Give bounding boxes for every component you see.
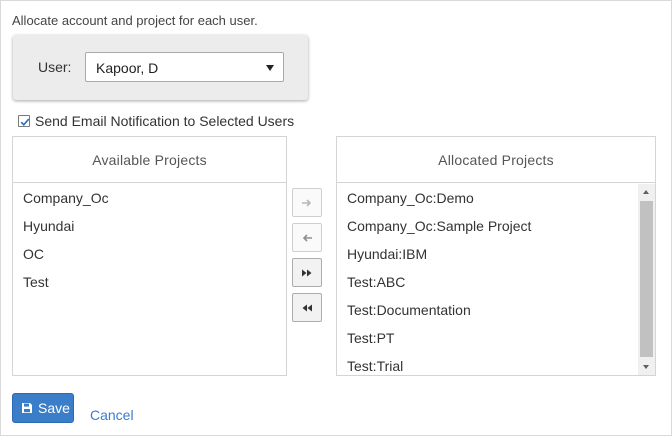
available-projects-list: Available Projects Company_Oc Hyundai OC… (12, 136, 287, 376)
list-item[interactable]: Test:ABC (337, 268, 655, 296)
floppy-disk-icon (22, 403, 32, 413)
user-label: User: (38, 59, 72, 75)
available-projects-items: Company_Oc Hyundai OC Test (13, 183, 286, 296)
arrow-left-icon (302, 233, 312, 242)
list-item[interactable]: Company_Oc:Demo (337, 184, 655, 212)
list-item[interactable]: Test:PT (337, 324, 655, 352)
list-item[interactable]: Hyundai (13, 212, 286, 240)
save-button-label: Save (38, 400, 70, 416)
checkmark-icon (20, 118, 30, 127)
list-item[interactable]: Company_Oc (13, 184, 286, 212)
list-item[interactable]: Test (13, 268, 286, 296)
scroll-down-arrow-icon[interactable] (638, 359, 655, 375)
move-left-button[interactable] (292, 223, 322, 252)
chevron-down-icon (266, 65, 274, 71)
move-all-left-button[interactable] (292, 293, 322, 322)
email-notification-toggle[interactable]: Send Email Notification to Selected User… (18, 113, 294, 129)
scrollbar-thumb[interactable] (640, 201, 653, 357)
scroll-up-arrow-icon[interactable] (638, 184, 655, 200)
allocated-projects-items[interactable]: Company_Oc:Demo Company_Oc:Sample Projec… (337, 183, 655, 374)
list-item[interactable]: Test:Documentation (337, 296, 655, 324)
list-item[interactable]: Test:Trial (337, 352, 655, 374)
instructions-text: Allocate account and project for each us… (12, 13, 258, 28)
user-select[interactable]: Kapoor, D (85, 52, 284, 82)
allocated-projects-header: Allocated Projects (337, 137, 655, 183)
user-select-value: Kapoor, D (96, 60, 159, 76)
available-projects-header: Available Projects (13, 137, 286, 183)
allocated-projects-list: Allocated Projects Company_Oc:Demo Compa… (336, 136, 656, 376)
email-notification-label: Send Email Notification to Selected User… (35, 113, 295, 129)
list-item[interactable]: OC (13, 240, 286, 268)
save-button[interactable]: Save (12, 393, 74, 423)
user-panel: User: Kapoor, D (13, 35, 308, 100)
email-notification-checkbox[interactable] (18, 115, 30, 127)
move-all-right-button[interactable] (292, 258, 322, 287)
double-arrow-left-icon (302, 304, 312, 311)
arrow-right-icon (302, 198, 312, 207)
allocated-scrollbar[interactable] (638, 184, 655, 375)
list-item[interactable]: Company_Oc:Sample Project (337, 212, 655, 240)
double-arrow-right-icon (302, 269, 312, 276)
list-item[interactable]: Hyundai:IBM (337, 240, 655, 268)
cancel-link[interactable]: Cancel (90, 407, 134, 423)
move-right-button[interactable] (292, 188, 322, 217)
